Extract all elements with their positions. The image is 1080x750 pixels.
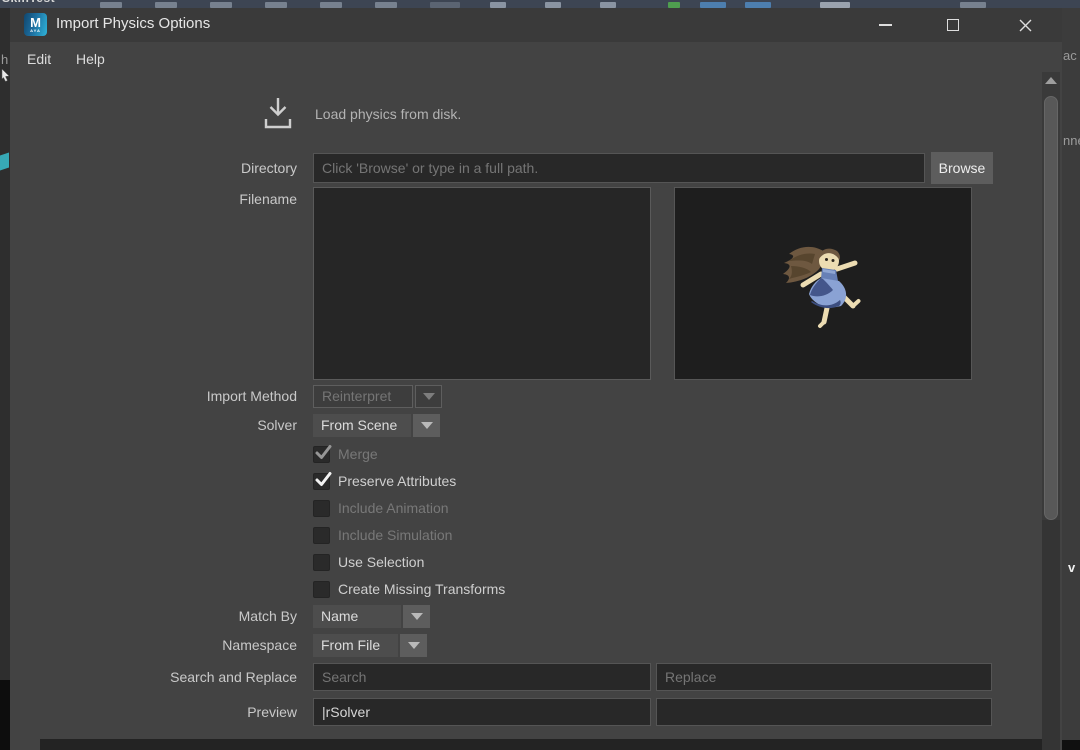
- background-text-fragment: nne: [1063, 133, 1080, 148]
- solver-dropdown[interactable]: From Scene: [313, 414, 440, 437]
- chevron-down-icon: [403, 605, 430, 628]
- search-and-replace-label: Search and Replace: [10, 669, 297, 685]
- preview-search-result-field[interactable]: [313, 698, 651, 726]
- menu-help[interactable]: Help: [76, 51, 105, 67]
- browse-button[interactable]: Browse: [931, 152, 993, 184]
- triangle-glyph: [411, 613, 423, 620]
- background-tab-label: SkinTest: [2, 0, 55, 5]
- minimize-button[interactable]: [862, 8, 908, 42]
- titlebar: MAYA Import Physics Options: [10, 8, 1062, 42]
- create-missing-transforms-checkbox[interactable]: [313, 581, 330, 598]
- triangle-glyph: [408, 642, 420, 649]
- include-simulation-checkbox: [313, 527, 330, 544]
- checkbox-label: Include Simulation: [338, 527, 452, 543]
- scrollbar-track-lower[interactable]: [1042, 520, 1060, 750]
- search-input[interactable]: [313, 663, 651, 691]
- maya-logo-icon: MAYA: [24, 13, 47, 36]
- preserve-attributes-checkbox[interactable]: [313, 473, 330, 490]
- background-tool-icon: [0, 153, 9, 171]
- namespace-label: Namespace: [10, 637, 297, 653]
- import-physics-options-dialog: MAYA Import Physics Options Edit Help Lo…: [10, 8, 1062, 750]
- close-icon: [1018, 18, 1033, 33]
- background-toolbar-corner: [1062, 0, 1080, 8]
- solver-label: Solver: [10, 417, 297, 433]
- namespace-dropdown[interactable]: From File: [313, 634, 427, 657]
- maximize-button[interactable]: [930, 8, 976, 42]
- triangle-glyph: [423, 393, 435, 400]
- import-from-disk-icon: [262, 96, 294, 130]
- scroll-up-button[interactable]: [1042, 72, 1060, 88]
- merge-checkbox: [313, 446, 330, 463]
- cursor-icon: [0, 68, 10, 82]
- background-left-panel: h: [0, 8, 10, 750]
- preview-replace-result-field[interactable]: [656, 698, 992, 726]
- minimize-icon: [879, 24, 892, 26]
- checkbox-label: Preserve Attributes: [338, 473, 456, 489]
- solver-value: From Scene: [313, 414, 411, 437]
- import-method-value: Reinterpret: [313, 385, 413, 408]
- match-by-dropdown[interactable]: Name: [313, 605, 430, 628]
- chevron-down-icon: [415, 385, 442, 408]
- checkbox-label: Include Animation: [338, 500, 449, 516]
- menu-edit[interactable]: Edit: [27, 51, 51, 67]
- bottom-separator: [40, 739, 1046, 750]
- chevron-down-icon: [413, 414, 440, 437]
- screen: SkinTest h ac nne v MAYA Impor: [0, 0, 1080, 750]
- use-selection-checkbox[interactable]: [313, 554, 330, 571]
- include-animation-checkbox: [313, 500, 330, 517]
- replace-input[interactable]: [656, 663, 992, 691]
- window-title: Import Physics Options: [56, 15, 210, 32]
- scrollbar-thumb[interactable]: [1044, 96, 1058, 520]
- file-preview-panel: [674, 187, 972, 380]
- checkmark-icon: [313, 443, 334, 463]
- filename-label: Filename: [10, 191, 297, 207]
- menubar: Edit Help: [10, 42, 1062, 80]
- close-button[interactable]: [1002, 8, 1048, 42]
- intro-text: Load physics from disk.: [315, 106, 461, 122]
- checkbox-label: Merge: [338, 446, 378, 462]
- preview-label: Preview: [10, 704, 297, 720]
- background-right-panel: ac nne v: [1062, 0, 1080, 750]
- match-by-label: Match By: [10, 608, 297, 624]
- checkmark-icon: [313, 470, 334, 490]
- checkbox-label: Create Missing Transforms: [338, 581, 505, 597]
- import-method-dropdown: Reinterpret: [313, 385, 442, 408]
- scrollbar[interactable]: [1042, 72, 1060, 750]
- background-text-fragment: h: [1, 52, 8, 67]
- character-preview-image: [779, 236, 879, 336]
- directory-label: Directory: [10, 160, 297, 176]
- scroll-up-arrow-icon: [1045, 77, 1057, 84]
- import-method-label: Import Method: [10, 388, 297, 404]
- namespace-value: From File: [313, 634, 398, 657]
- background-dark-area: [0, 680, 10, 750]
- directory-input[interactable]: [313, 153, 925, 183]
- background-text-fragment: ac: [1063, 48, 1077, 63]
- triangle-glyph: [421, 422, 433, 429]
- chevron-down-icon: [400, 634, 427, 657]
- background-toolbar: SkinTest: [0, 0, 1080, 8]
- background-text-fragment: v: [1068, 560, 1075, 575]
- maximize-icon: [947, 19, 959, 31]
- match-by-value: Name: [313, 605, 401, 628]
- filename-list[interactable]: [313, 187, 651, 380]
- checkbox-label: Use Selection: [338, 554, 424, 570]
- background-dark-area: [1062, 740, 1080, 750]
